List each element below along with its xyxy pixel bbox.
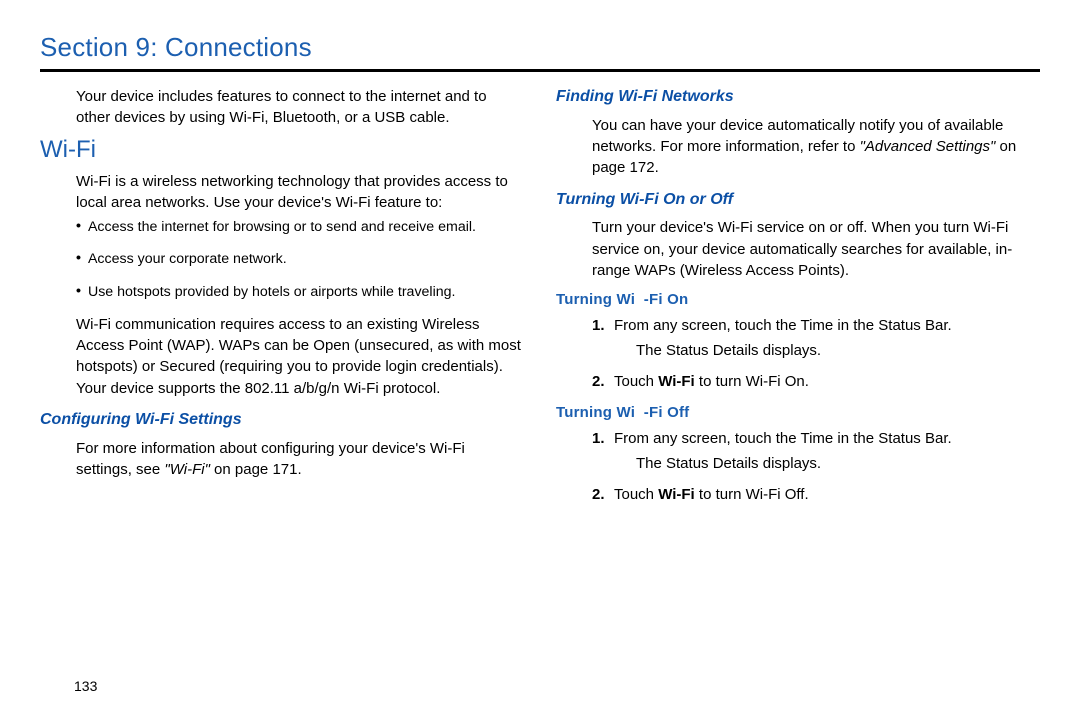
reference-link[interactable]: "Advanced Settings" [860, 138, 996, 155]
list-item: • Use hotspots provided by hotels or air… [76, 282, 524, 302]
horizontal-rule [40, 69, 1040, 72]
wifi-onoff-paragraph: Turn your device's Wi-Fi service on or o… [592, 217, 1040, 281]
wifi-bullet-list: • Access the internet for browsing or to… [76, 217, 524, 301]
text: to turn Wi-Fi On. [695, 373, 809, 390]
config-info-paragraph: For more information about configuring y… [76, 438, 524, 481]
bullet-text: Use hotspots provided by hotels or airpo… [88, 282, 455, 302]
list-item: • Access the internet for browsing or to… [76, 217, 524, 237]
step-number: 1. [592, 315, 614, 336]
wifi-desc-paragraph: Wi-Fi is a wireless networking technolog… [76, 171, 524, 214]
step-number: 2. [592, 484, 614, 505]
heading-finding-networks: Finding Wi-Fi Networks [556, 86, 1040, 109]
step-item: 1. From any screen, touch the Time in th… [592, 428, 1040, 475]
heading-configuring-wifi: Configuring Wi-Fi Settings [40, 409, 524, 432]
wifi-on-steps: 1. From any screen, touch the Time in th… [592, 315, 1040, 393]
two-column-layout: Your device includes features to connect… [40, 86, 1040, 516]
text: Touch [614, 486, 658, 503]
right-column: Finding Wi-Fi Networks You can have your… [556, 86, 1040, 516]
step-item: 1. From any screen, touch the Time in th… [592, 315, 1040, 362]
bullet-icon: • [76, 217, 81, 237]
step-number: 1. [592, 428, 614, 449]
section-title: Section 9: Connections [40, 32, 1040, 63]
heading-turning-wifi-on: Turning Wi -Fi On [556, 289, 1040, 310]
text: From any screen, touch the Time in the S… [614, 317, 952, 334]
step-item: 2. Touch Wi-Fi to turn Wi-Fi Off. [592, 484, 1040, 505]
step-subtext: The Status Details displays. [636, 340, 1040, 361]
step-subtext: The Status Details displays. [636, 453, 1040, 474]
text: on page 171. [210, 461, 302, 478]
list-item: • Access your corporate network. [76, 249, 524, 269]
bullet-icon: • [76, 249, 81, 269]
heading-turning-wifi-off: Turning Wi -Fi Off [556, 402, 1040, 423]
left-column: Your device includes features to connect… [40, 86, 524, 516]
step-item: 2. Touch Wi-Fi to turn Wi-Fi On. [592, 371, 1040, 392]
bold-text: Wi-Fi [658, 373, 695, 390]
wifi-off-steps: 1. From any screen, touch the Time in th… [592, 428, 1040, 506]
step-text: From any screen, touch the Time in the S… [614, 428, 1040, 475]
bullet-text: Access your corporate network. [88, 249, 287, 269]
bullet-text: Access the internet for browsing or to s… [88, 217, 476, 237]
finding-networks-paragraph: You can have your device automatically n… [592, 115, 1040, 179]
text: Touch [614, 373, 658, 390]
wap-paragraph: Wi-Fi communication requires access to a… [76, 314, 524, 399]
text: From any screen, touch the Time in the S… [614, 430, 952, 447]
intro-paragraph: Your device includes features to connect… [76, 86, 524, 129]
heading-turning-wifi-onoff: Turning Wi-Fi On or Off [556, 189, 1040, 212]
step-text: From any screen, touch the Time in the S… [614, 315, 1040, 362]
text: to turn Wi-Fi Off. [695, 486, 809, 503]
step-text: Touch Wi-Fi to turn Wi-Fi Off. [614, 484, 1040, 505]
bullet-icon: • [76, 282, 81, 302]
page-number: 133 [74, 678, 97, 694]
step-text: Touch Wi-Fi to turn Wi-Fi On. [614, 371, 1040, 392]
bold-text: Wi-Fi [658, 486, 695, 503]
heading-wifi: Wi-Fi [40, 133, 524, 167]
reference-link[interactable]: "Wi-Fi" [164, 461, 210, 478]
step-number: 2. [592, 371, 614, 392]
